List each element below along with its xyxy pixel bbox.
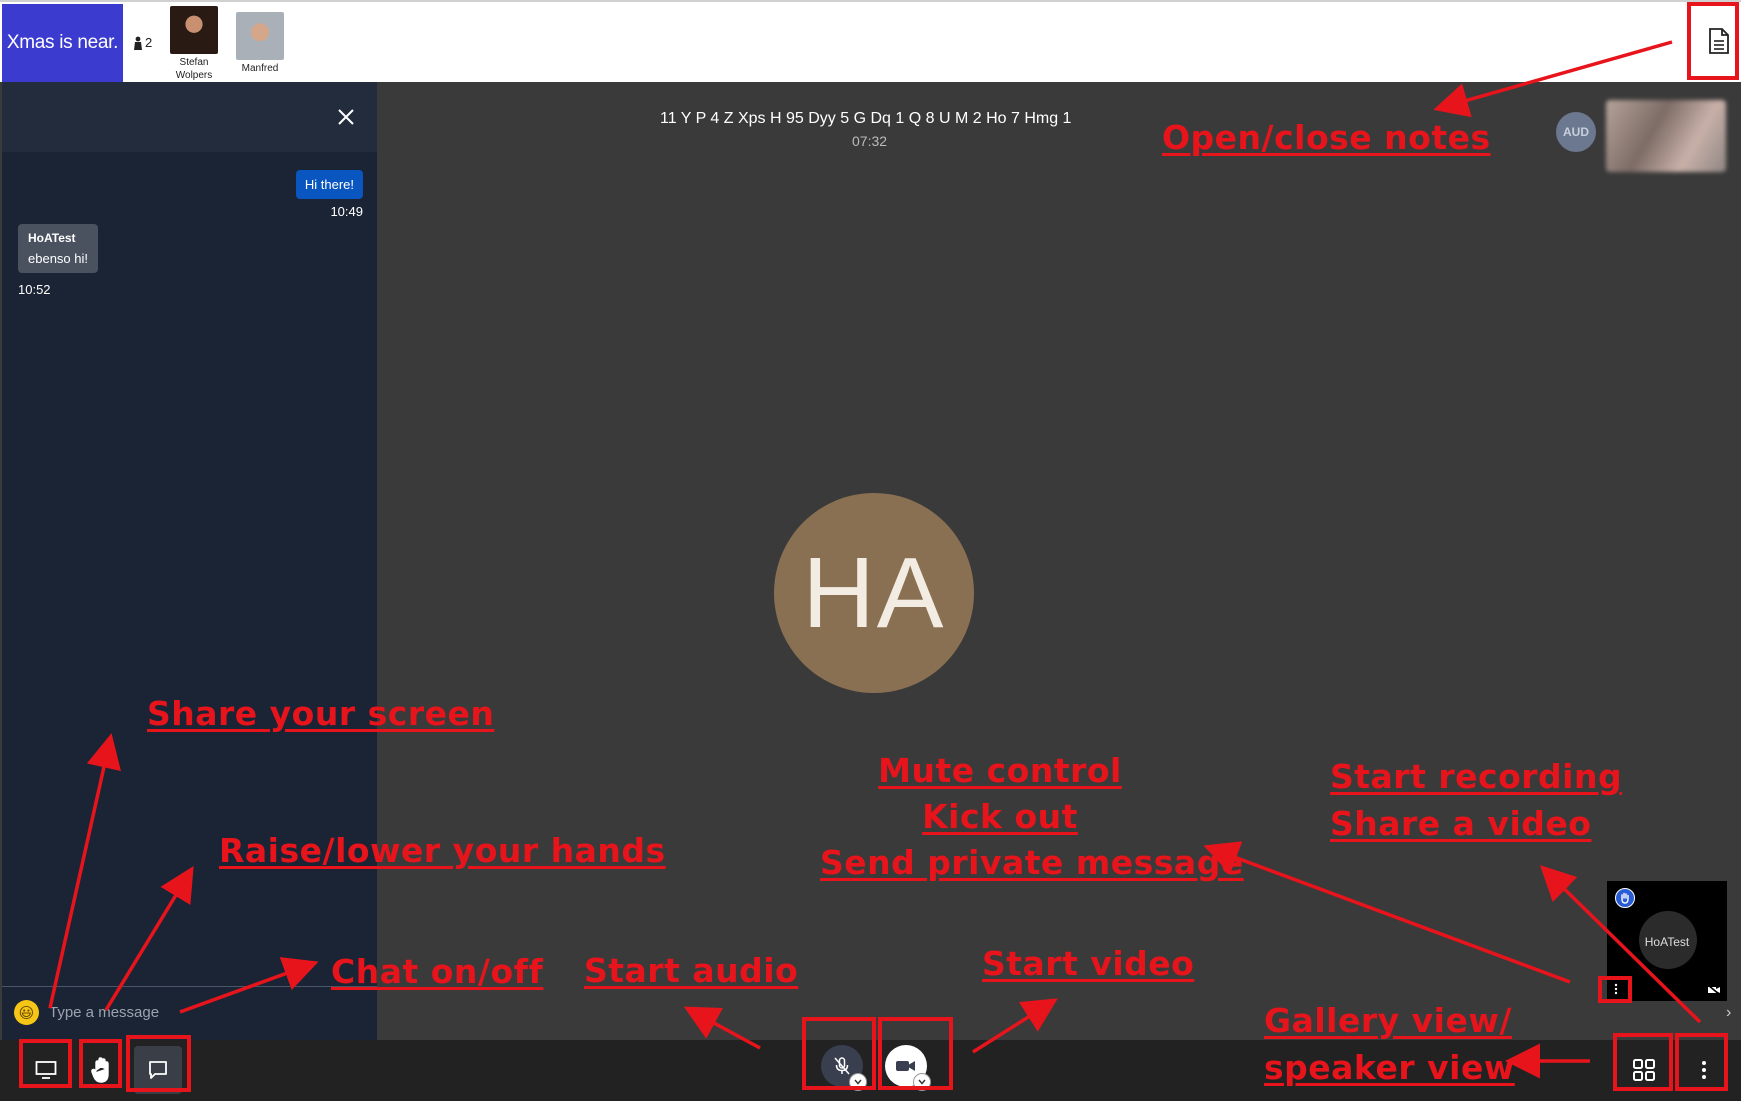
filmstrip-toggle-chevron[interactable]: › [1726,1004,1731,1022]
raise-hand-button[interactable] [78,1046,126,1094]
chat-message-time: 10:49 [330,204,363,219]
hand-icon [1621,892,1629,904]
chat-message-text: ebenso hi! [28,251,88,266]
camera-off-icon [1707,984,1721,996]
chat-panel: Hi there! 10:49 HoATest ebenso hi! 10:52… [2,82,377,1040]
annotation-mute-control: Mute control [878,751,1122,790]
close-icon[interactable] [335,106,357,128]
document-icon [1709,28,1729,54]
annotation-chat-label: Chat on/off [331,952,544,991]
notes-toggle-button[interactable] [1699,10,1739,72]
annotation-more-options-label: Start recording Share a video [1330,753,1623,847]
speaker-avatar: HA [774,493,974,693]
annotation-view-label: Gallery view/ speaker view [1264,997,1515,1091]
more-options-button[interactable] [1680,1046,1728,1094]
annotation-start-video-label: Start video [982,944,1195,983]
chat-message-own: Hi there! [295,170,363,199]
chat-message-time: 10:52 [18,282,51,297]
annotation-raise-hands-label: Raise/lower your hands [219,831,666,870]
monitor-icon [35,1061,57,1079]
chat-message-input[interactable] [49,1004,349,1021]
avatar [236,12,284,60]
hand-icon [91,1057,109,1083]
video-camera-icon [896,1061,915,1071]
participant-stefan[interactable]: Stefan Wolpers [166,6,222,82]
vertical-dots-icon [1614,983,1618,995]
annotation-share-screen-label: Share your screen [147,694,495,733]
annotation-participant-menu-label: Mute control Kick out Send private messa… [820,748,1244,886]
chat-divider [2,986,377,987]
share-screen-button[interactable] [22,1046,70,1094]
annotation-start-recording: Start recording [1330,757,1623,796]
raised-hand-indicator [1615,888,1635,908]
microphone-button[interactable] [821,1045,867,1091]
annotation-notes-label: Open/close notes [1162,118,1491,157]
annotation-gallery-view: Gallery view/ [1264,1001,1512,1040]
chevron-down-icon [918,1079,926,1085]
camera-button[interactable] [885,1045,931,1091]
annotation-share-video: Share a video [1330,804,1592,843]
participant-menu-button[interactable] [1600,977,1632,1001]
chat-message-sender: HoATest [28,231,76,245]
audio-only-badge: AUD [1556,112,1596,152]
microphone-options-chevron[interactable] [849,1073,867,1091]
chevron-down-icon [854,1079,862,1085]
grid-icon [1633,1059,1655,1081]
visitor-count: 2 [133,35,152,50]
chat-toggle-button[interactable] [134,1046,182,1094]
camera-options-chevron[interactable] [913,1073,931,1091]
chat-bubble-icon [149,1061,167,1079]
participant-name: Manfred [241,63,279,74]
annotation-private-message: Send private message [820,843,1244,882]
brand-banner: Xmas is near. [2,4,123,82]
chat-header [2,82,377,152]
meeting-title: 11 Y P 4 Z Xps H 95 Dyy 5 G Dq 1 Q 8 U M… [660,110,1072,127]
self-tile-name: HoATest [1644,935,1690,949]
annotation-start-audio-label: Start audio [584,951,799,990]
meeting-timer: 07:32 [852,133,888,149]
participant-manfred[interactable]: Manfred [232,12,288,75]
microphone-muted-icon [834,1057,850,1075]
visitor-count-value: 2 [145,35,153,50]
annotation-kick-out: Kick out [922,797,1078,836]
participant-name: Stefan Wolpers [175,57,213,81]
person-icon [134,36,142,50]
remote-participant-thumbnail[interactable] [1606,100,1726,172]
chat-input-row: 😃 [14,1000,349,1025]
vertical-dots-icon [1702,1061,1706,1079]
avatar [170,6,218,54]
annotation-speaker-view: speaker view [1264,1048,1515,1087]
top-bar: Xmas is near. 2 Stefan Wolpers Manfred [0,0,1741,82]
view-toggle-button[interactable] [1620,1046,1668,1094]
chat-message-incoming: HoATest ebenso hi! [18,224,98,273]
emoji-picker-icon[interactable]: 😃 [14,1000,39,1025]
